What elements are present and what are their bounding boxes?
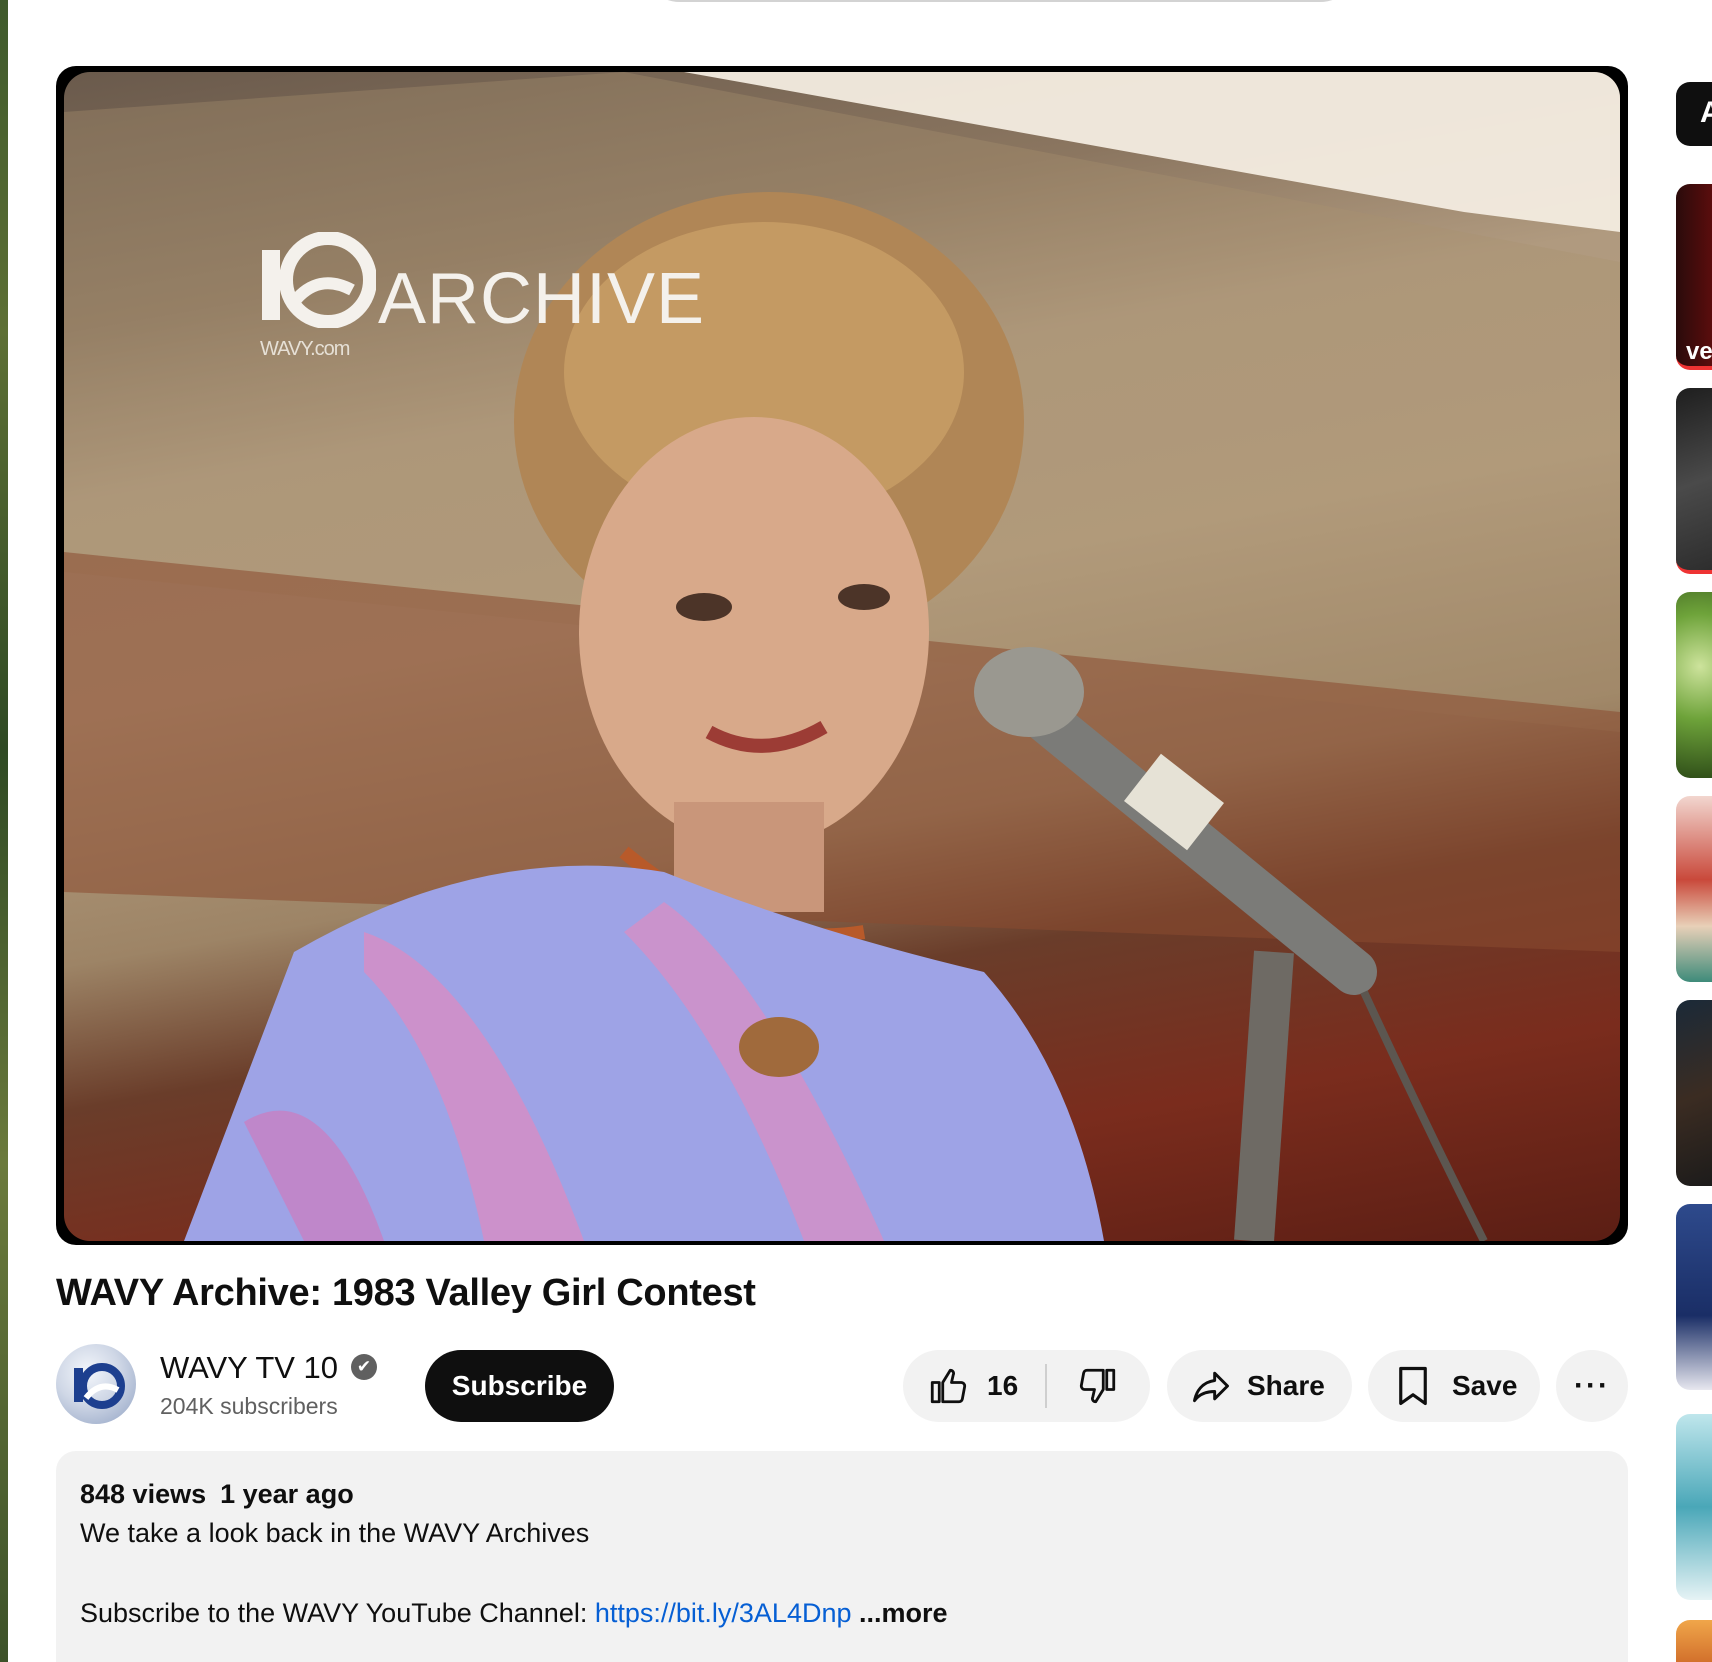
share-button[interactable]: Share [1167,1350,1352,1422]
share-arrow-icon [1193,1371,1229,1403]
dislike-button[interactable] [1047,1350,1148,1422]
like-button[interactable]: 16 [903,1350,1045,1422]
thumbs-down-icon [1079,1368,1115,1404]
share-label: Share [1247,1370,1325,1401]
recommended-thumbnail[interactable] [1676,1620,1712,1662]
more-actions-button[interactable]: ··· [1556,1350,1628,1422]
description-subscribe-line: Subscribe to the WAVY YouTube Channel: h… [80,1598,948,1629]
video-title: WAVY Archive: 1983 Valley Girl Contest [56,1272,756,1314]
save-label: Save [1452,1370,1518,1401]
recommended-thumbnail[interactable]: ve [1676,184,1712,370]
verified-badge-icon: ✔ [351,1354,377,1380]
recommended-thumbnail[interactable] [1676,388,1712,574]
archive-logo-text: ARCHIVE [378,259,706,339]
channel-avatar[interactable] [56,1344,136,1424]
archive-logo-url: WAVY.com [260,338,350,360]
video-player[interactable]: ARCHIVE WAVY.com [56,66,1628,1245]
subscribe-button[interactable]: Subscribe [425,1350,614,1422]
view-count: 848 views [80,1479,207,1509]
video-frame: ARCHIVE WAVY.com [64,72,1620,1241]
upload-age: 1 year ago [220,1479,354,1509]
like-count: 16 [987,1370,1019,1401]
wavy-10-logo-icon [262,231,377,329]
description-link[interactable]: https://bit.ly/3AL4Dnp [595,1598,852,1628]
description-subscribe-text: Subscribe to the WAVY YouTube Channel: [80,1598,595,1628]
like-dislike-group: 16 [903,1350,1150,1422]
description-line: We take a look back in the WAVY Archives [80,1518,590,1548]
description-box[interactable]: 848 views 1 year ago We take a look back … [56,1451,1628,1662]
subscriber-count: 204K subscribers [160,1393,338,1419]
description-more-link[interactable]: ...more [852,1598,948,1628]
archive-logo: ARCHIVE WAVY.com [258,231,704,360]
wavy-logo-icon [74,1363,125,1409]
description-meta: 848 views 1 year ago [80,1479,354,1510]
recommended-thumbnail[interactable] [1676,592,1712,778]
thumbnail-text: ve [1686,338,1712,365]
bookmark-icon [1399,1366,1427,1406]
recommended-thumbnail[interactable] [1676,1414,1712,1600]
save-button[interactable]: Save [1368,1350,1540,1422]
recommended-thumbnail[interactable] [1676,796,1712,982]
thumbs-up-icon [930,1368,967,1404]
recommended-thumbnail[interactable] [1676,1204,1712,1390]
search-bar-edge[interactable] [640,0,1360,2]
filter-chip[interactable]: A [1676,82,1712,146]
desktop-edge [0,0,8,1662]
recommended-thumbnail[interactable] [1676,1000,1712,1186]
channel-name[interactable]: WAVY TV 10 [160,1350,338,1386]
